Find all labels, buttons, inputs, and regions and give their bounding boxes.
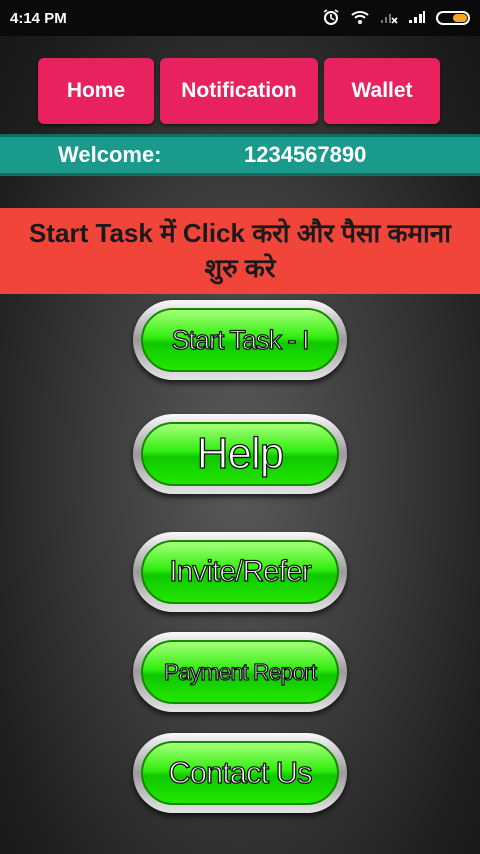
status-time: 4:14 PM bbox=[10, 9, 67, 27]
no-signal-icon bbox=[380, 10, 398, 27]
status-bar: 4:14 PM bbox=[0, 0, 480, 36]
help-label: Help bbox=[141, 422, 339, 486]
top-nav: Home Notification Wallet bbox=[38, 58, 440, 124]
welcome-bar: Welcome: 1234567890 bbox=[0, 134, 480, 176]
start-task-button[interactable]: Start Task - I bbox=[133, 300, 347, 380]
payment-report-label: Payment Report bbox=[141, 640, 339, 704]
wifi-icon bbox=[350, 9, 370, 28]
status-icons bbox=[322, 8, 470, 29]
help-button[interactable]: Help bbox=[133, 414, 347, 494]
battery-icon bbox=[436, 11, 470, 25]
start-task-label: Start Task - I bbox=[141, 308, 339, 372]
invite-refer-label: Invite/Refer bbox=[141, 540, 339, 604]
welcome-label: Welcome: bbox=[58, 142, 162, 167]
notification-button[interactable]: Notification bbox=[160, 58, 318, 124]
home-button[interactable]: Home bbox=[38, 58, 154, 124]
signal-icon bbox=[408, 10, 426, 27]
wallet-button[interactable]: Wallet bbox=[324, 58, 440, 124]
invite-refer-button[interactable]: Invite/Refer bbox=[133, 532, 347, 612]
contact-us-label: Contact Us bbox=[141, 741, 339, 805]
contact-us-button[interactable]: Contact Us bbox=[133, 733, 347, 813]
task-banner: Start Task में Click करो और पैसा कमाना श… bbox=[0, 208, 480, 294]
payment-report-button[interactable]: Payment Report bbox=[133, 632, 347, 712]
alarm-icon bbox=[322, 8, 340, 29]
banner-text: Start Task में Click करो और पैसा कमाना श… bbox=[29, 218, 451, 283]
user-id: 1234567890 bbox=[244, 142, 367, 167]
